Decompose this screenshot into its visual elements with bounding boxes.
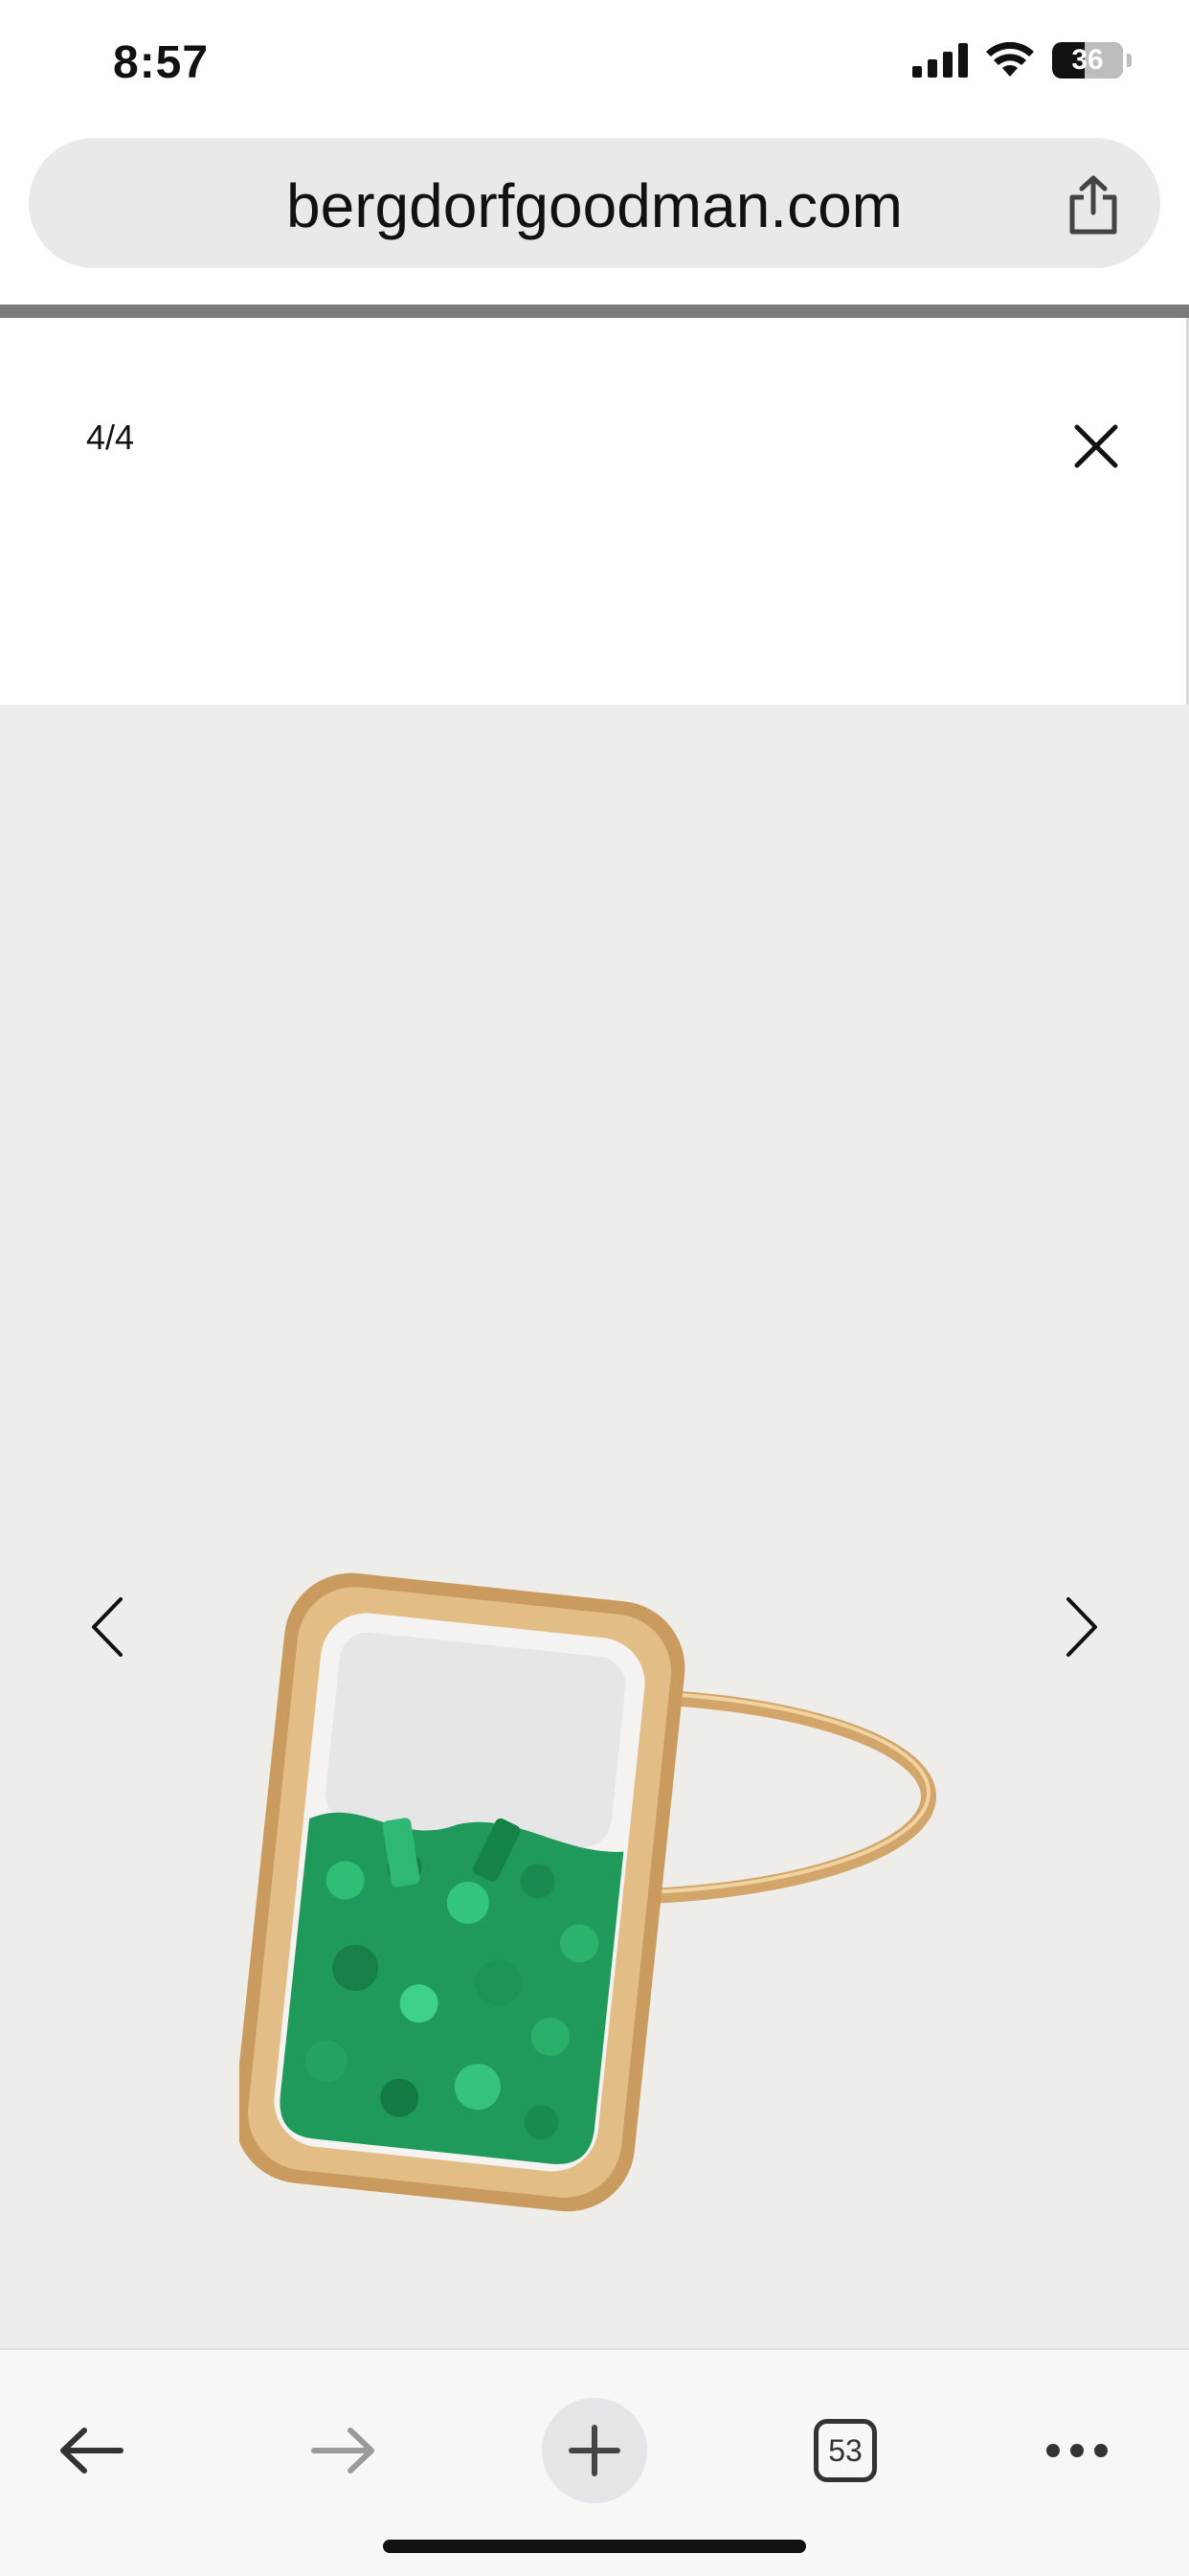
back-arrow-icon (60, 2428, 123, 2474)
forward-button[interactable] (291, 2398, 396, 2503)
plus-icon (569, 2425, 620, 2476)
status-icons: 36 (912, 42, 1132, 79)
back-button[interactable] (38, 2398, 144, 2503)
status-time: 8:57 (113, 37, 210, 88)
more-button[interactable] (1024, 2398, 1130, 2503)
share-icon[interactable] (1065, 174, 1122, 236)
battery-level: 36 (1071, 44, 1104, 76)
battery-icon: 36 (1052, 42, 1123, 79)
chevron-left-icon[interactable] (88, 1595, 126, 1659)
new-tab-button[interactable] (542, 2398, 647, 2503)
product-image-ring (239, 1572, 936, 2212)
more-icon (1046, 2444, 1108, 2457)
browser-toolbar: 53 (0, 2348, 1189, 2576)
chevron-right-icon[interactable] (1063, 1595, 1101, 1659)
cellular-signal-icon (912, 43, 968, 78)
status-bar: 8:57 36 (0, 0, 1189, 134)
tabs-button[interactable]: 53 (793, 2398, 898, 2503)
tabs-icon: 53 (814, 2419, 877, 2482)
home-indicator[interactable] (383, 2540, 806, 2553)
image-counter: 4/4 (86, 418, 135, 457)
close-icon[interactable] (1069, 419, 1123, 473)
product-image-viewer (0, 705, 1189, 2348)
wifi-icon (986, 42, 1034, 77)
image-viewer-header: 4/4 (0, 318, 1189, 705)
battery-tip (1127, 54, 1132, 67)
page-load-progress (0, 305, 1189, 318)
forward-arrow-icon (311, 2428, 374, 2474)
url-text[interactable]: bergdorfgoodman.com (29, 170, 1160, 241)
address-bar[interactable]: bergdorfgoodman.com (29, 138, 1160, 268)
